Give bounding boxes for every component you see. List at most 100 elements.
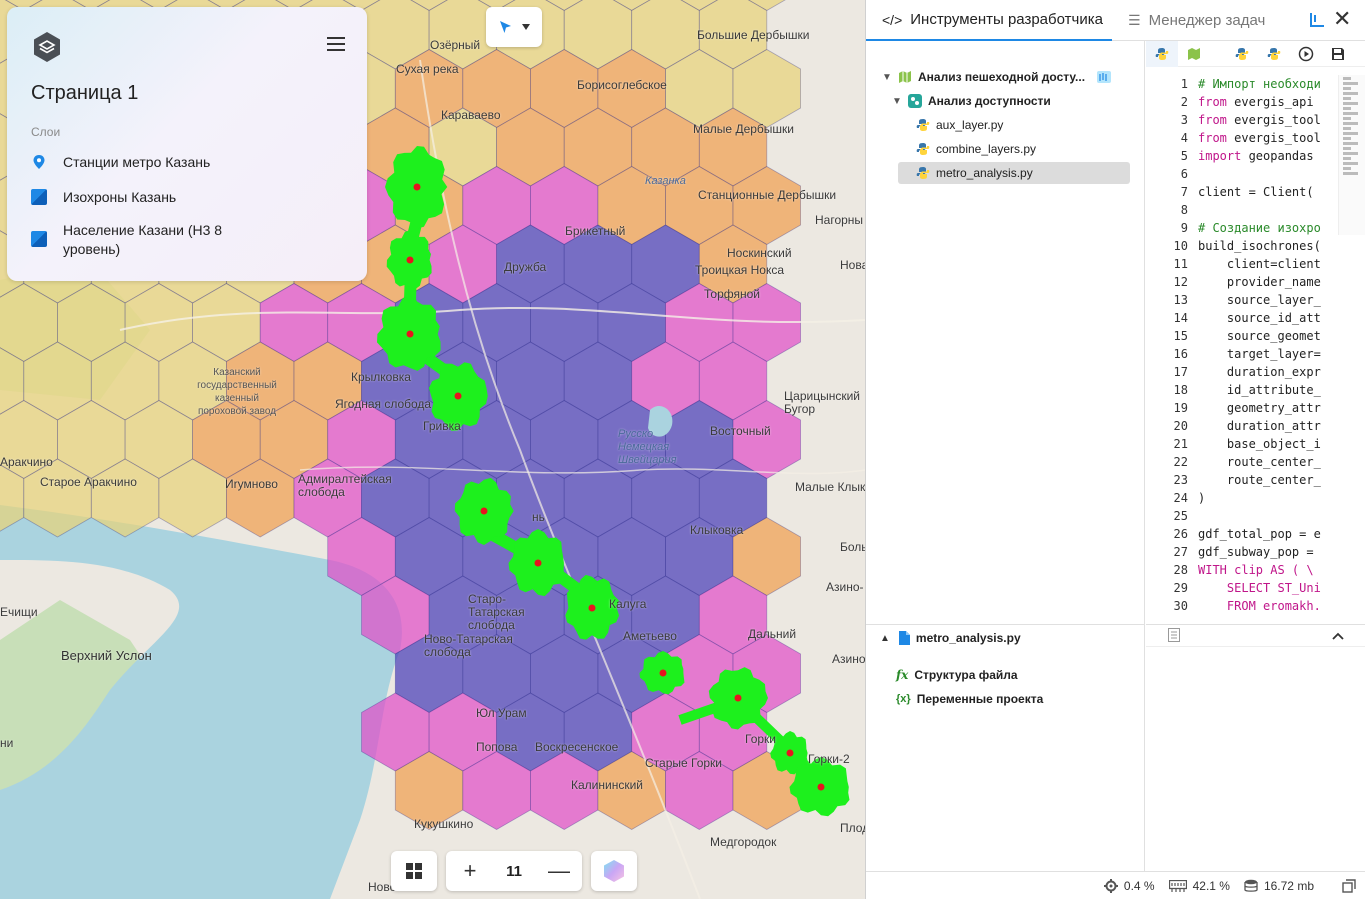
- zoom-out-button[interactable]: —: [548, 860, 570, 882]
- code-line[interactable]: 23 route_center_: [1146, 471, 1365, 489]
- map-view[interactable]: Озёрный Сухая река Борисоглебское Большие Д…: [0, 0, 865, 899]
- map-place-label: Большие Дербышки: [697, 28, 810, 42]
- map-icon: [899, 71, 911, 83]
- tab-devtools[interactable]: </> Инструменты разработчика: [866, 0, 1112, 41]
- layer-item-population[interactable]: Население Казани (Н3 8 уровень): [31, 221, 331, 259]
- file-info-header[interactable]: ▲ metro_analysis.py: [880, 631, 1021, 645]
- editor-toolbar: [1146, 41, 1365, 67]
- code-line[interactable]: 6: [1146, 165, 1365, 183]
- layout-grid-button[interactable]: [391, 851, 437, 891]
- map-place-label: Караваево: [441, 108, 501, 122]
- code-line[interactable]: 2 from evergis_api: [1146, 93, 1365, 111]
- code-line[interactable]: 27 gdf_subway_pop =: [1146, 543, 1365, 561]
- code-token: duration_attr: [1198, 419, 1321, 433]
- code-line[interactable]: 18 id_attribute_: [1146, 381, 1365, 399]
- chevron-up-icon[interactable]: [1332, 632, 1344, 640]
- code-token: gdf_total_pop = e: [1198, 527, 1321, 541]
- tab-task-manager[interactable]: ☰ Менеджер задач: [1128, 0, 1265, 41]
- map-place-label: Горки: [745, 732, 776, 746]
- map-place-label: Иrумново: [225, 477, 278, 491]
- polygon-layer-icon: [31, 189, 47, 205]
- play-icon: [1298, 46, 1314, 61]
- code-line[interactable]: 17 duration_expr: [1146, 363, 1365, 381]
- minimap-line: [1343, 127, 1351, 130]
- minimap-line: [1343, 92, 1358, 95]
- code-line[interactable]: 15 source_geomet: [1146, 327, 1365, 345]
- map-place-label: Старое Аракчино: [40, 475, 137, 489]
- code-line[interactable]: 22 route_center_: [1146, 453, 1365, 471]
- code-line[interactable]: 28 WITH clip AS ( \: [1146, 561, 1365, 579]
- tree-item-project[interactable]: ▼ Анализ пешеходной досту...: [882, 66, 1117, 88]
- tab-label: Менеджер задач: [1148, 12, 1266, 29]
- code-line[interactable]: 5 import geopandas: [1146, 147, 1365, 165]
- layer-item-isochrones[interactable]: Изохроны Казань: [31, 188, 331, 207]
- line-number: 5: [1180, 149, 1188, 163]
- layer-item-metro-stations[interactable]: Станции метро Казань: [31, 153, 331, 172]
- map-place-label: Сухая река: [396, 62, 459, 76]
- code-line[interactable]: 1 # Импорт необходи: [1146, 75, 1365, 93]
- metro-station-point: [480, 507, 488, 515]
- code-line[interactable]: 25: [1146, 507, 1365, 525]
- code-line[interactable]: 3 from evergis_tool: [1146, 111, 1365, 129]
- map-place-label: Калининский: [571, 778, 643, 792]
- tree-item-file-selected[interactable]: metro_analysis.py: [898, 162, 1130, 184]
- database-icon: [1244, 879, 1258, 892]
- code-minimap[interactable]: [1338, 75, 1365, 235]
- code-line[interactable]: 16 target_layer=: [1146, 345, 1365, 363]
- code-line[interactable]: 4 from evergis_tool: [1146, 129, 1365, 147]
- document-icon[interactable]: [1168, 628, 1180, 642]
- map-place-label: Царицынский Бугор: [784, 389, 860, 416]
- code-editor[interactable]: 1 # Импорт необходи 2 from evergis_api 3 from…: [1146, 41, 1365, 624]
- line-number: 4: [1180, 131, 1188, 145]
- zoom-control: + 11 —: [446, 851, 582, 891]
- project-tree: ▼ Анализ пешеходной досту... ▼ Анализ до…: [866, 41, 1145, 624]
- tree-item-file[interactable]: aux_layer.py: [916, 114, 1003, 136]
- code-line[interactable]: 11 client=client: [1146, 255, 1365, 273]
- minimap-line: [1343, 97, 1351, 100]
- map-place-label: Воскресенское: [535, 740, 619, 754]
- code-line[interactable]: 12 provider_name: [1146, 273, 1365, 291]
- tree-item-notebook[interactable]: ▼ Анализ доступности: [892, 90, 1051, 112]
- save-button[interactable]: [1322, 41, 1354, 67]
- line-number: 12: [1173, 275, 1188, 289]
- project-variables-item[interactable]: {x} Переменные проекта: [896, 692, 1043, 706]
- map-place-label: нь: [532, 510, 545, 524]
- dock-panel-icon[interactable]: [1308, 11, 1326, 29]
- code-token: from: [1198, 131, 1227, 145]
- code-token: from: [1198, 113, 1227, 127]
- editor-tab-map[interactable]: [1178, 41, 1210, 67]
- code-line[interactable]: 26 gdf_total_pop = e: [1146, 525, 1365, 543]
- editor-tab-python-3[interactable]: [1258, 41, 1290, 67]
- code-line[interactable]: 7 client = Client(: [1146, 183, 1365, 201]
- code-line[interactable]: 14 source_id_att: [1146, 309, 1365, 327]
- code-line[interactable]: 20 duration_attr: [1146, 417, 1365, 435]
- restore-window-icon[interactable]: [1342, 878, 1356, 893]
- tree-item-file[interactable]: combine_layers.py: [916, 138, 1036, 160]
- map-place-label: Кукушкино: [414, 817, 474, 831]
- zoom-in-button[interactable]: +: [460, 860, 480, 882]
- hamburger-menu-icon[interactable]: [327, 37, 345, 53]
- code-line[interactable]: 8: [1146, 201, 1365, 219]
- editor-tab-python[interactable]: [1146, 41, 1178, 67]
- code-line[interactable]: 13 source_layer_: [1146, 291, 1365, 309]
- code-token: route_center_: [1198, 473, 1321, 487]
- basemap-switch-button[interactable]: [591, 851, 637, 891]
- code-line[interactable]: 30 FROM eromakh.: [1146, 597, 1365, 615]
- file-info-panel: ▲ metro_analysis.py fx Структура файла {…: [866, 624, 1145, 871]
- code-line[interactable]: 19 geometry_attr: [1146, 399, 1365, 417]
- select-tool-dropdown[interactable]: [486, 7, 542, 47]
- run-button[interactable]: [1290, 41, 1322, 67]
- code-token: gdf_subway_pop =: [1198, 545, 1321, 559]
- code-line[interactable]: 29 SELECT ST_Uni: [1146, 579, 1365, 597]
- status-bar: 0.4 % 42.1 % 16.72 mb: [866, 871, 1365, 899]
- code-line[interactable]: 10 build_isochrones(: [1146, 237, 1365, 255]
- code-lines[interactable]: 1 # Импорт необходи 2 from evergis_api 3 from…: [1146, 75, 1365, 615]
- line-number: 25: [1173, 509, 1188, 523]
- code-line[interactable]: 9 # Создание изохро: [1146, 219, 1365, 237]
- editor-tab-python-2[interactable]: [1226, 41, 1258, 67]
- code-token: geopandas: [1241, 149, 1314, 163]
- close-icon[interactable]: ✕: [1333, 8, 1351, 30]
- code-line[interactable]: 21 base_object_i: [1146, 435, 1365, 453]
- file-structure-item[interactable]: fx Структура файла: [896, 668, 1018, 682]
- code-line[interactable]: 24): [1146, 489, 1365, 507]
